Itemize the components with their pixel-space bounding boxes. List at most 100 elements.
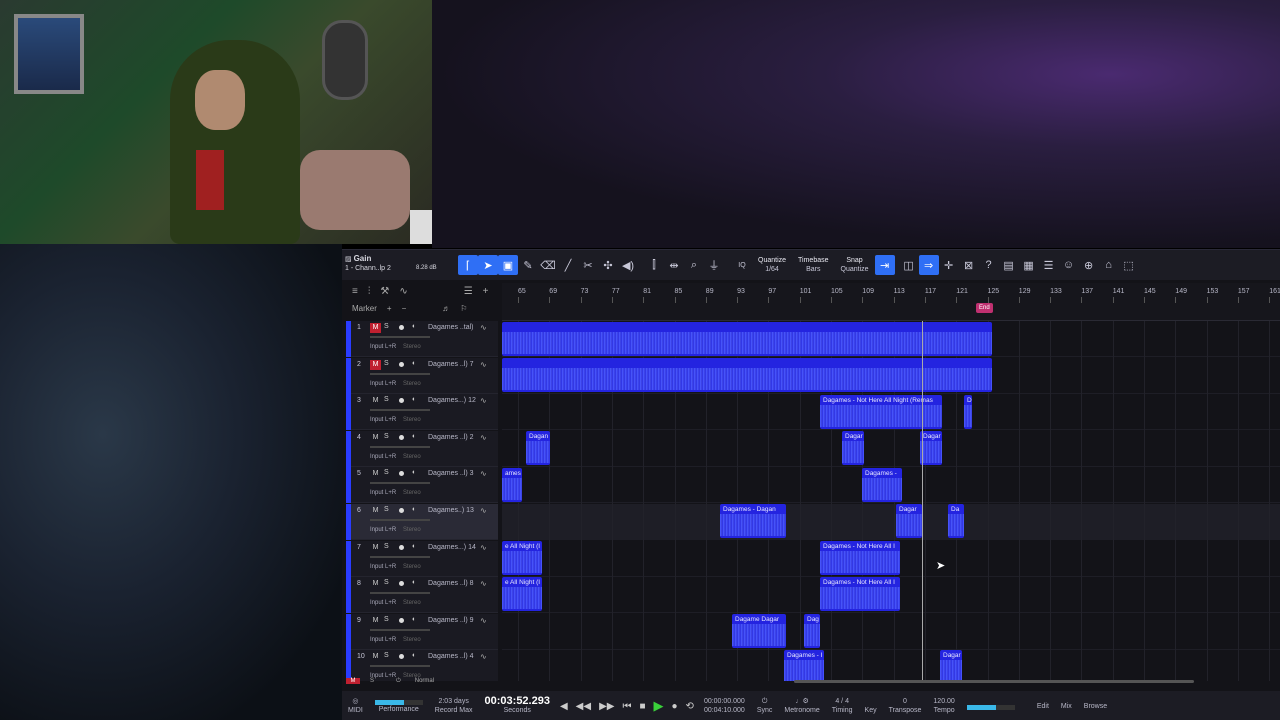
solo-button[interactable]: S [384,433,389,440]
waveform-icon[interactable]: ∿ [480,469,487,478]
quantize-select[interactable]: Quantize 1/64 [752,256,792,274]
play-icon[interactable]: ▶ [650,698,668,714]
fast-forward-icon[interactable]: ▶▶ [595,701,618,712]
audio-clip[interactable]: Dagar [896,504,922,538]
audio-clip[interactable]: Dag [804,614,820,648]
audio-clip[interactable]: D [964,395,972,429]
monitor-button[interactable]: ◐ [412,323,416,330]
loop-range[interactable]: 00:00:00.000 00:04:10.000 [698,697,751,715]
monitor-button[interactable]: ◐ [412,396,416,403]
monitor-button[interactable]: ◐ [412,360,416,367]
end-marker[interactable]: End [976,303,993,313]
record-arm-button[interactable] [399,398,404,404]
track-name[interactable]: Dagames ..l) 3 [428,470,474,477]
track-name[interactable]: Dagames ..l) 7 [428,361,474,368]
playhead[interactable] [922,321,923,681]
waveform-icon[interactable]: ∿ [480,652,487,661]
mix-button[interactable]: Mix [1055,702,1078,711]
record-arm-button[interactable] [399,617,404,623]
automation-mode[interactable]: Normal [415,678,434,684]
monitor-button[interactable]: ◐ [412,543,416,550]
track-header[interactable]: 2 M S ◐ Dagames ..l) 7 ∿ Input L+R Stereo [346,357,498,394]
crop-icon[interactable]: ⊠ [959,255,979,275]
track-name[interactable]: Dagames..) 13 [428,507,474,514]
grid-icon[interactable]: ▦ [1019,255,1039,275]
wrench-icon[interactable]: ⚒ [380,286,389,298]
performance-meter[interactable]: Performance [369,698,429,714]
track-name[interactable]: Dagames ..l) 4 [428,653,474,660]
audio-clip[interactable] [502,322,992,356]
track-lane[interactable] [502,504,1280,540]
track-input[interactable]: Input L+R [370,527,396,533]
select-tool-icon[interactable]: ▣ [498,255,518,275]
track-header[interactable]: 4 M S ◐ Dagames ..l) 2 ∿ Input L+R Stereo [346,430,498,467]
global-mute-button[interactable]: M [346,678,360,684]
record-arm-button[interactable] [399,544,404,550]
sync-icon[interactable]: ⊕ [1079,255,1099,275]
bend-tool-icon[interactable]: ✣ [598,255,618,275]
solo-button[interactable]: S [384,543,389,550]
track-input[interactable]: Input L+R [370,600,396,606]
volume-fader[interactable] [370,592,430,595]
loop-icon[interactable]: ⟲ [682,701,698,712]
automation-icon[interactable]: ⏚ [704,255,724,275]
arrangement-lanes[interactable]: Dagames - Not Here All Night (Remas D Da… [502,321,1280,681]
track-header[interactable]: 6 M S ◐ Dagames..) 13 ∿ Input L+R Stereo [346,504,498,540]
volume-fader[interactable] [370,628,430,631]
metronome-button[interactable]: ♩⚙ Metronome [778,697,825,715]
waveform-icon[interactable]: ∿ [480,323,487,332]
track-name[interactable]: Dagames ..l) 8 [428,580,474,587]
mute-button[interactable]: M [370,359,381,370]
waveform-icon[interactable]: ∿ [480,506,487,515]
monitor-button[interactable]: ◐ [412,579,416,586]
mute-button[interactable]: M [370,323,381,333]
timebase-select[interactable]: Timebase Bars [792,256,834,274]
monitor-button[interactable]: ◐ [412,433,416,440]
snap-select[interactable]: Snap Quantize [835,256,875,274]
solo-button[interactable]: S [384,396,389,403]
audio-clip[interactable]: ames [502,468,522,502]
monitor-button[interactable]: ◐ [412,469,416,476]
volume-fader[interactable] [370,482,430,485]
eraser-tool-icon[interactable]: ⌫ [538,255,558,275]
transpose-display[interactable]: 0 Transpose [883,697,928,715]
record-arm-button[interactable] [399,508,404,513]
monitor-icon[interactable]: ⏻ [396,678,401,685]
time-display[interactable]: 00:03:52.293 Seconds [479,696,556,715]
expand-icon[interactable]: ⬚ [1119,255,1139,275]
record-arm-button[interactable] [399,581,404,587]
stretch-icon[interactable]: ⇹ [664,255,684,275]
home-icon[interactable]: ⌂ [1099,255,1119,275]
follow-icon[interactable]: ⇒ [918,255,939,275]
note-icon[interactable]: ♬ [442,304,450,313]
inspector-info[interactable]: ▨ Gain 1 - Chann..lp 2 8.28 dB [342,250,454,280]
track-header[interactable]: 8 M S ◐ Dagames ..l) 8 ∿ Input L+R Stereo [346,577,498,614]
audio-clip[interactable]: Dagames - Dagan [720,504,786,538]
arrow-tool-icon[interactable]: ➤ [478,255,498,275]
inspector-icon[interactable]: ⫶ [368,286,371,298]
audio-clip[interactable]: Dagar [940,650,962,681]
auto-scroll-icon[interactable]: ◫ [899,255,919,275]
volume-fader[interactable] [370,519,430,521]
waveform-icon[interactable]: ∿ [480,433,487,442]
audio-clip[interactable]: Dagames - Not Here All I [820,541,900,575]
track-header[interactable]: 1 M S ◐ Dagames ..tal) ∿ Input L+R Stereo [346,321,498,357]
help-icon[interactable]: ? [979,255,999,275]
solo-button[interactable]: S [384,579,389,586]
return-zero-icon[interactable]: ⏮ [618,701,635,712]
track-input[interactable]: Input L+R [370,454,396,460]
monitor-button[interactable]: ◐ [412,616,416,623]
volume-fader[interactable] [370,445,430,448]
split-clip-icon[interactable]: ⫿ [644,255,664,275]
zoom-icon[interactable]: ⌕ [684,255,704,275]
volume-fader[interactable] [370,555,430,558]
remove-marker-icon[interactable]: − [402,304,407,313]
solo-button[interactable]: S [384,506,389,513]
track-input[interactable]: Input L+R [370,637,396,643]
rewind-start-icon[interactable]: ◀ [556,701,572,712]
volume-fader[interactable] [370,372,430,375]
split-tool-icon[interactable]: ✂ [578,255,598,275]
waveform-icon[interactable]: ∿ [480,616,487,625]
audio-clip[interactable]: Dagar [920,431,942,465]
solo-button[interactable]: S [384,360,389,367]
